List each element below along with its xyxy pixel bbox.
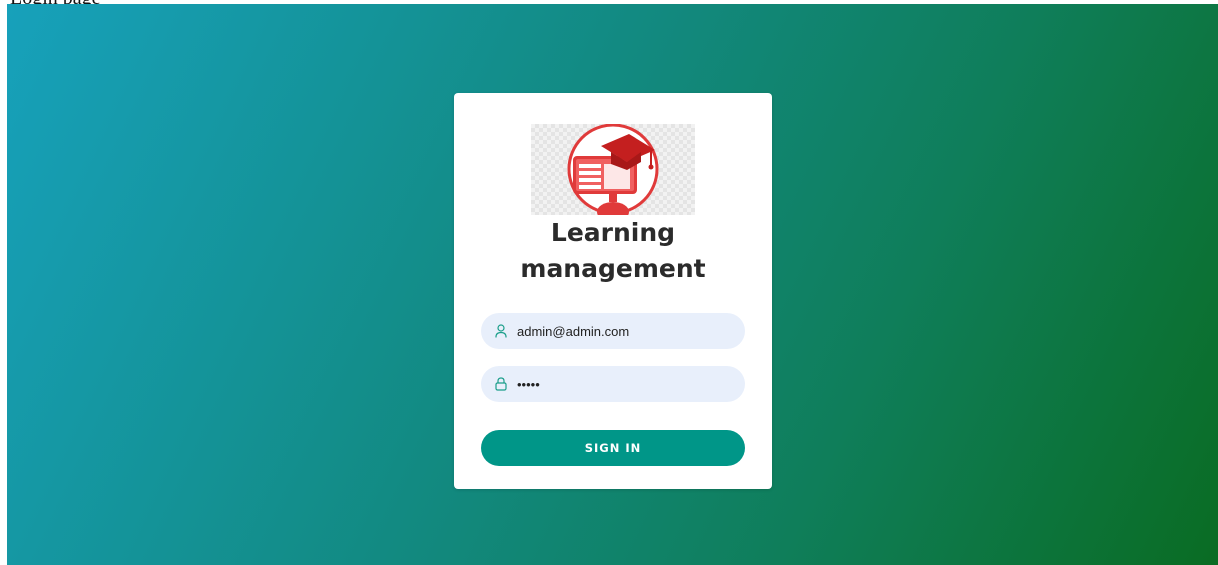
app-title-line-1: Learning [550, 218, 676, 247]
graduation-monitor-logo [567, 124, 659, 215]
user-icon [495, 324, 507, 338]
app-title-line-2: management [520, 254, 706, 283]
password-field[interactable] [481, 366, 745, 402]
page-background: Learning management SIGN IN [7, 4, 1218, 565]
lock-icon [495, 377, 507, 391]
email-input[interactable] [517, 313, 733, 349]
email-field[interactable] [481, 313, 745, 349]
app-title: Learning management [454, 215, 772, 287]
password-input[interactable] [517, 366, 733, 402]
app-logo [531, 124, 695, 215]
login-card: Learning management SIGN IN [454, 93, 772, 489]
sign-in-button[interactable]: SIGN IN [481, 430, 745, 466]
